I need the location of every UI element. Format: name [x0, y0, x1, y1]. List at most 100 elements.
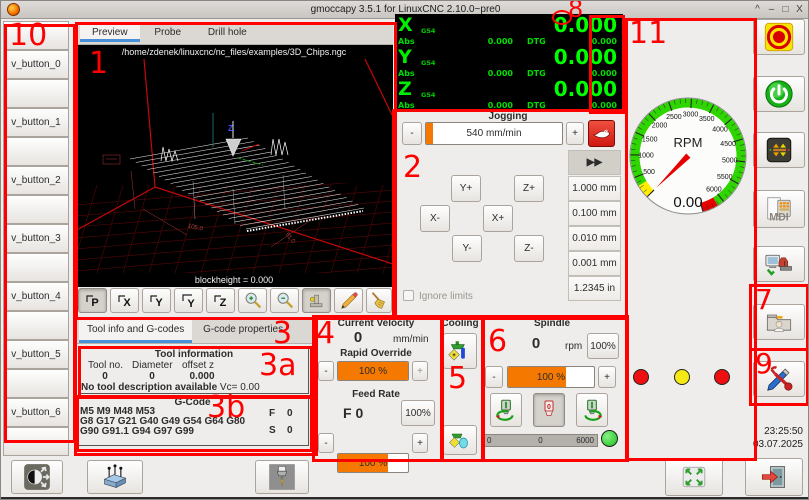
spindle-reset-button[interactable]: 100% [587, 333, 619, 359]
loaded-file-path: /home/zdenek/linuxcnc/nc_files/examples/… [75, 45, 393, 59]
v-button-blank[interactable] [3, 195, 69, 224]
v-button-blank[interactable] [3, 21, 69, 50]
settings-button[interactable] [753, 361, 805, 397]
preview-3d-canvas[interactable]: Z 105.0 51.0 [75, 59, 393, 273]
offset-z-value: 0.000 [182, 371, 222, 382]
shade-button[interactable]: ^ [751, 4, 764, 15]
rapid-minus-button[interactable]: - [318, 361, 334, 381]
flood-icon [447, 338, 473, 364]
tool-measurement-button[interactable] [255, 460, 309, 494]
v-button-blank[interactable] [3, 311, 69, 340]
estop-button[interactable] [753, 19, 805, 55]
sidebar-item-v-button-5[interactable]: v_button_5 [3, 340, 69, 369]
jog-speed-minus-button[interactable]: - [402, 122, 422, 145]
status-led-red-left [633, 369, 649, 385]
block-height-button[interactable] [87, 460, 143, 494]
v-button-blank[interactable] [3, 253, 69, 282]
toggle-dimensions-button[interactable] [334, 288, 363, 313]
jog-y-plus-button[interactable]: Y+ [451, 175, 481, 202]
jog-increment-inch[interactable]: 1.2345 in [568, 276, 621, 301]
close-button[interactable]: X [793, 4, 806, 15]
auto-mode-button[interactable] [753, 246, 805, 282]
v-button-blank[interactable] [3, 369, 69, 398]
zoom-in-button[interactable] [238, 288, 267, 313]
jog-x-plus-button[interactable]: X+ [483, 205, 513, 232]
tab-drill-hole[interactable]: Drill hole [196, 22, 259, 41]
spindle-cw-button[interactable] [576, 393, 608, 427]
tab-probe[interactable]: Probe [142, 22, 193, 41]
dro-axis-y[interactable]: Y G54 0.000 Abs 0.000 DTG 0.000 [395, 46, 623, 78]
jog-y-minus-button[interactable]: Y- [452, 235, 482, 262]
rapid-plus-button[interactable]: + [412, 361, 428, 381]
exit-button[interactable] [745, 458, 803, 496]
gcode-s-label: S [269, 425, 276, 436]
spindle-stop-button[interactable]: 0 [533, 393, 565, 427]
ignore-limits-label: Ignore limits [419, 291, 473, 302]
svg-text:6000: 6000 [706, 187, 722, 194]
rapid-override-slider[interactable]: 100 % [337, 361, 409, 381]
flood-coolant-button[interactable] [443, 333, 477, 369]
jog-speed-slider[interactable]: 540 mm/min [425, 122, 563, 145]
sidebar-item-v-button-2[interactable]: v_button_2 [3, 166, 69, 195]
feed-plus-button[interactable]: + [412, 433, 428, 453]
tab-gcode-properties[interactable]: G-code properties [195, 317, 291, 340]
view-y2-button[interactable]: Y [174, 288, 203, 313]
spindle-stop-icon: 0 [537, 396, 561, 424]
feed-minus-button[interactable]: - [318, 433, 334, 453]
feed-rate-slider[interactable]: 100 % [337, 453, 409, 473]
jog-z-plus-button[interactable]: Z+ [514, 175, 544, 202]
jog-increment-01mm[interactable]: 0.100 mm [568, 201, 621, 226]
dro-axis-z[interactable]: Z G54 0.000 Abs 0.000 DTG 0.000 [395, 78, 623, 110]
sidebar-item-v-button-6[interactable]: v_button_6 [3, 398, 69, 427]
rapid-jog-button[interactable] [588, 120, 615, 147]
spindle-override-slider[interactable]: 100 % [507, 366, 595, 388]
jog-continuous-button[interactable]: ▶▶ [568, 150, 621, 175]
spindle-plus-button[interactable]: + [598, 366, 616, 388]
v-button-blank[interactable] [3, 137, 69, 166]
jog-x-minus-button[interactable]: X- [420, 205, 450, 232]
v-button-blank[interactable] [3, 79, 69, 108]
exit-door-icon [759, 463, 789, 491]
set-coordinates-button[interactable] [11, 460, 63, 494]
jog-speed-plus-button[interactable]: + [566, 122, 584, 145]
toggle-machine-view-button[interactable] [302, 288, 331, 313]
clock-date: 03.07.2025 [741, 438, 803, 451]
view-x-button[interactable]: X [110, 288, 139, 313]
fullscreen-button[interactable] [665, 458, 723, 496]
zoom-out-button[interactable] [270, 288, 299, 313]
spindle-minus-button[interactable]: - [485, 366, 503, 388]
tab-preview[interactable]: Preview [80, 22, 140, 42]
minimize-button[interactable]: – [765, 4, 778, 15]
sidebar-item-v-button-1[interactable]: v_button_1 [3, 108, 69, 137]
mist-coolant-button[interactable] [443, 425, 477, 455]
view-z-button[interactable]: Z [206, 288, 235, 313]
view-perspective-button[interactable]: P [78, 288, 107, 313]
preview-toolbar: P X Y Y Z [75, 287, 393, 315]
tab-tool-info-gcodes[interactable]: Tool info and G-codes [79, 317, 192, 343]
svg-text:1500: 1500 [642, 136, 658, 143]
jog-increment-001mm[interactable]: 0.010 mm [568, 226, 621, 251]
svg-text:1000: 1000 [638, 153, 654, 160]
clear-plot-button[interactable] [366, 288, 392, 313]
jog-increment-0001mm[interactable]: 0.001 mm [568, 251, 621, 276]
view-y-button[interactable]: Y [142, 288, 171, 313]
sidebar-item-v-button-4[interactable]: v_button_4 [3, 282, 69, 311]
feed-reset-button[interactable]: 100% [401, 400, 435, 426]
jog-increment-1mm[interactable]: 1.000 mm [568, 176, 621, 201]
sidebar-item-v-button-3[interactable]: v_button_3 [3, 224, 69, 253]
maximize-button[interactable]: □ [779, 4, 792, 15]
feed-rate-title: Feed Rate [313, 389, 439, 400]
dro-axis-x[interactable]: X G54 0.000 Abs 0.000 DTG 0.000 [395, 14, 623, 46]
machine-on-button[interactable] [753, 76, 805, 112]
user-tabs-button[interactable] [753, 304, 805, 340]
spindle-ccw-button[interactable] [490, 393, 522, 427]
v-button-blank[interactable] [3, 427, 69, 456]
sidebar-item-v-button-0[interactable]: v_button_0 [3, 50, 69, 79]
manual-mode-button[interactable] [753, 132, 805, 168]
svg-text:5000: 5000 [722, 158, 738, 165]
spindle-right-icon [579, 396, 605, 424]
ignore-limits-checkbox[interactable] [403, 290, 414, 301]
mdi-mode-button[interactable]: MDI [753, 190, 805, 228]
jog-z-minus-button[interactable]: Z- [514, 235, 544, 262]
spindle-title: Spindle [481, 318, 623, 329]
